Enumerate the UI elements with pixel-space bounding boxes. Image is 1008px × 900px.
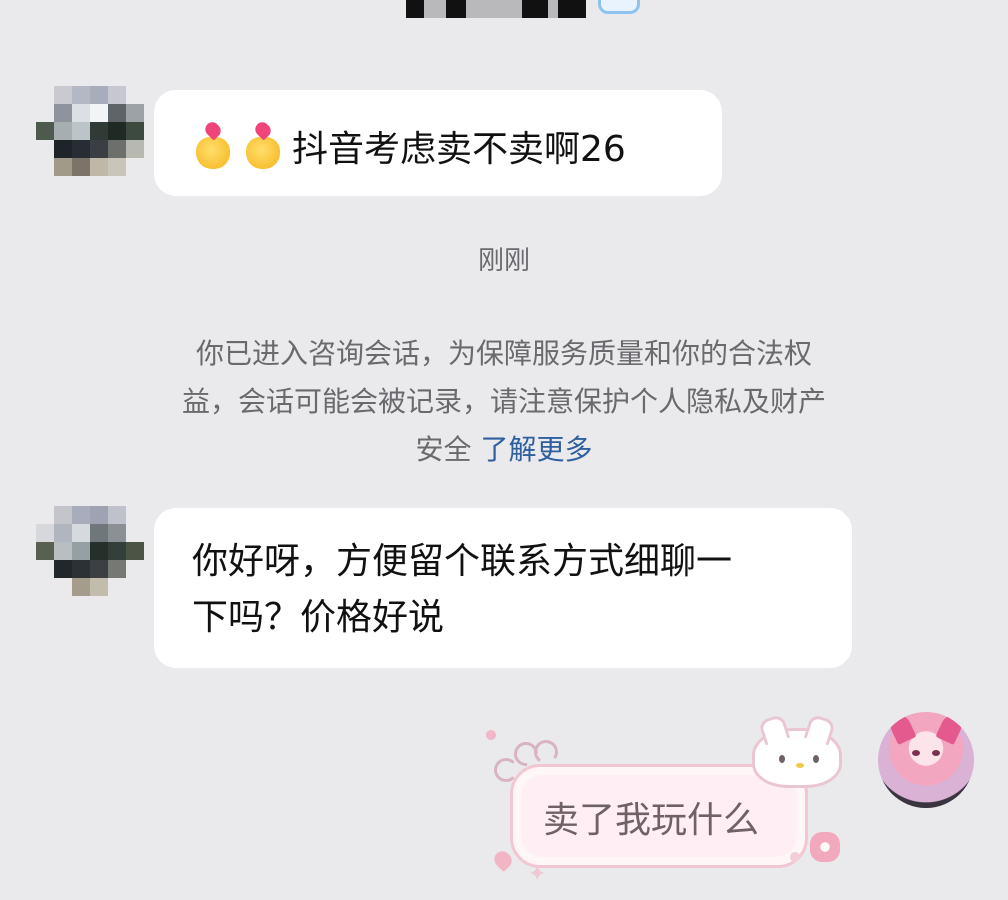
notice-line: 你已进入咨询会话，为保障服务质量和你的合法权 [195,337,812,370]
notice-line: 益，会话可能会被记录，请注意保护个人隐私及财产 [181,385,826,418]
message-text: 卖了我玩什么 [543,800,760,841]
notice-text: 安全 [415,433,472,466]
message-bubble-incoming[interactable]: 抖音考虑卖不卖啊26 [154,90,722,196]
hello-kitty-sticker-icon [752,728,842,788]
message-line: 你好呀，方便留个联系方式细聊一 [192,541,733,582]
message-body: 抖音考虑卖不卖啊26 [292,129,626,170]
message-bubble-outgoing[interactable]: 卖了我玩什么 ✦ [480,712,860,900]
timestamp: 刚刚 [477,246,530,276]
message-text: 抖音考虑卖不卖啊26 [192,119,626,172]
verified-badge-icon [598,0,640,14]
message-text: 你好呀，方便留个联系方式细聊一 下吗？价格好说 [192,534,832,646]
system-notice: 你已进入咨询会话，为保障服务质量和你的合法权 益，会话可能会被记录，请注意保护个… [134,330,874,474]
heart-hands-emoji-icon [192,119,236,169]
dot-decoration-icon [790,852,800,862]
flower-decoration-icon [810,832,840,862]
heart-decoration-icon [490,847,516,873]
heart-hands-emoji-icon [242,119,286,169]
sparkle-decoration-icon: ✦ [528,862,547,887]
sender-avatar[interactable] [36,86,144,182]
learn-more-link[interactable]: 了解更多 [480,433,592,466]
message-bubble-incoming[interactable]: 你好呀，方便留个联系方式细聊一 下吗？价格好说 [154,508,852,668]
sender-avatar[interactable] [36,506,144,602]
swirl-decoration-icon [532,738,560,766]
notice-line-last: 安全 了解更多 [134,426,874,474]
my-avatar[interactable] [878,712,974,808]
message-line: 下吗？价格好说 [192,597,445,638]
dot-decoration-icon [486,730,496,740]
